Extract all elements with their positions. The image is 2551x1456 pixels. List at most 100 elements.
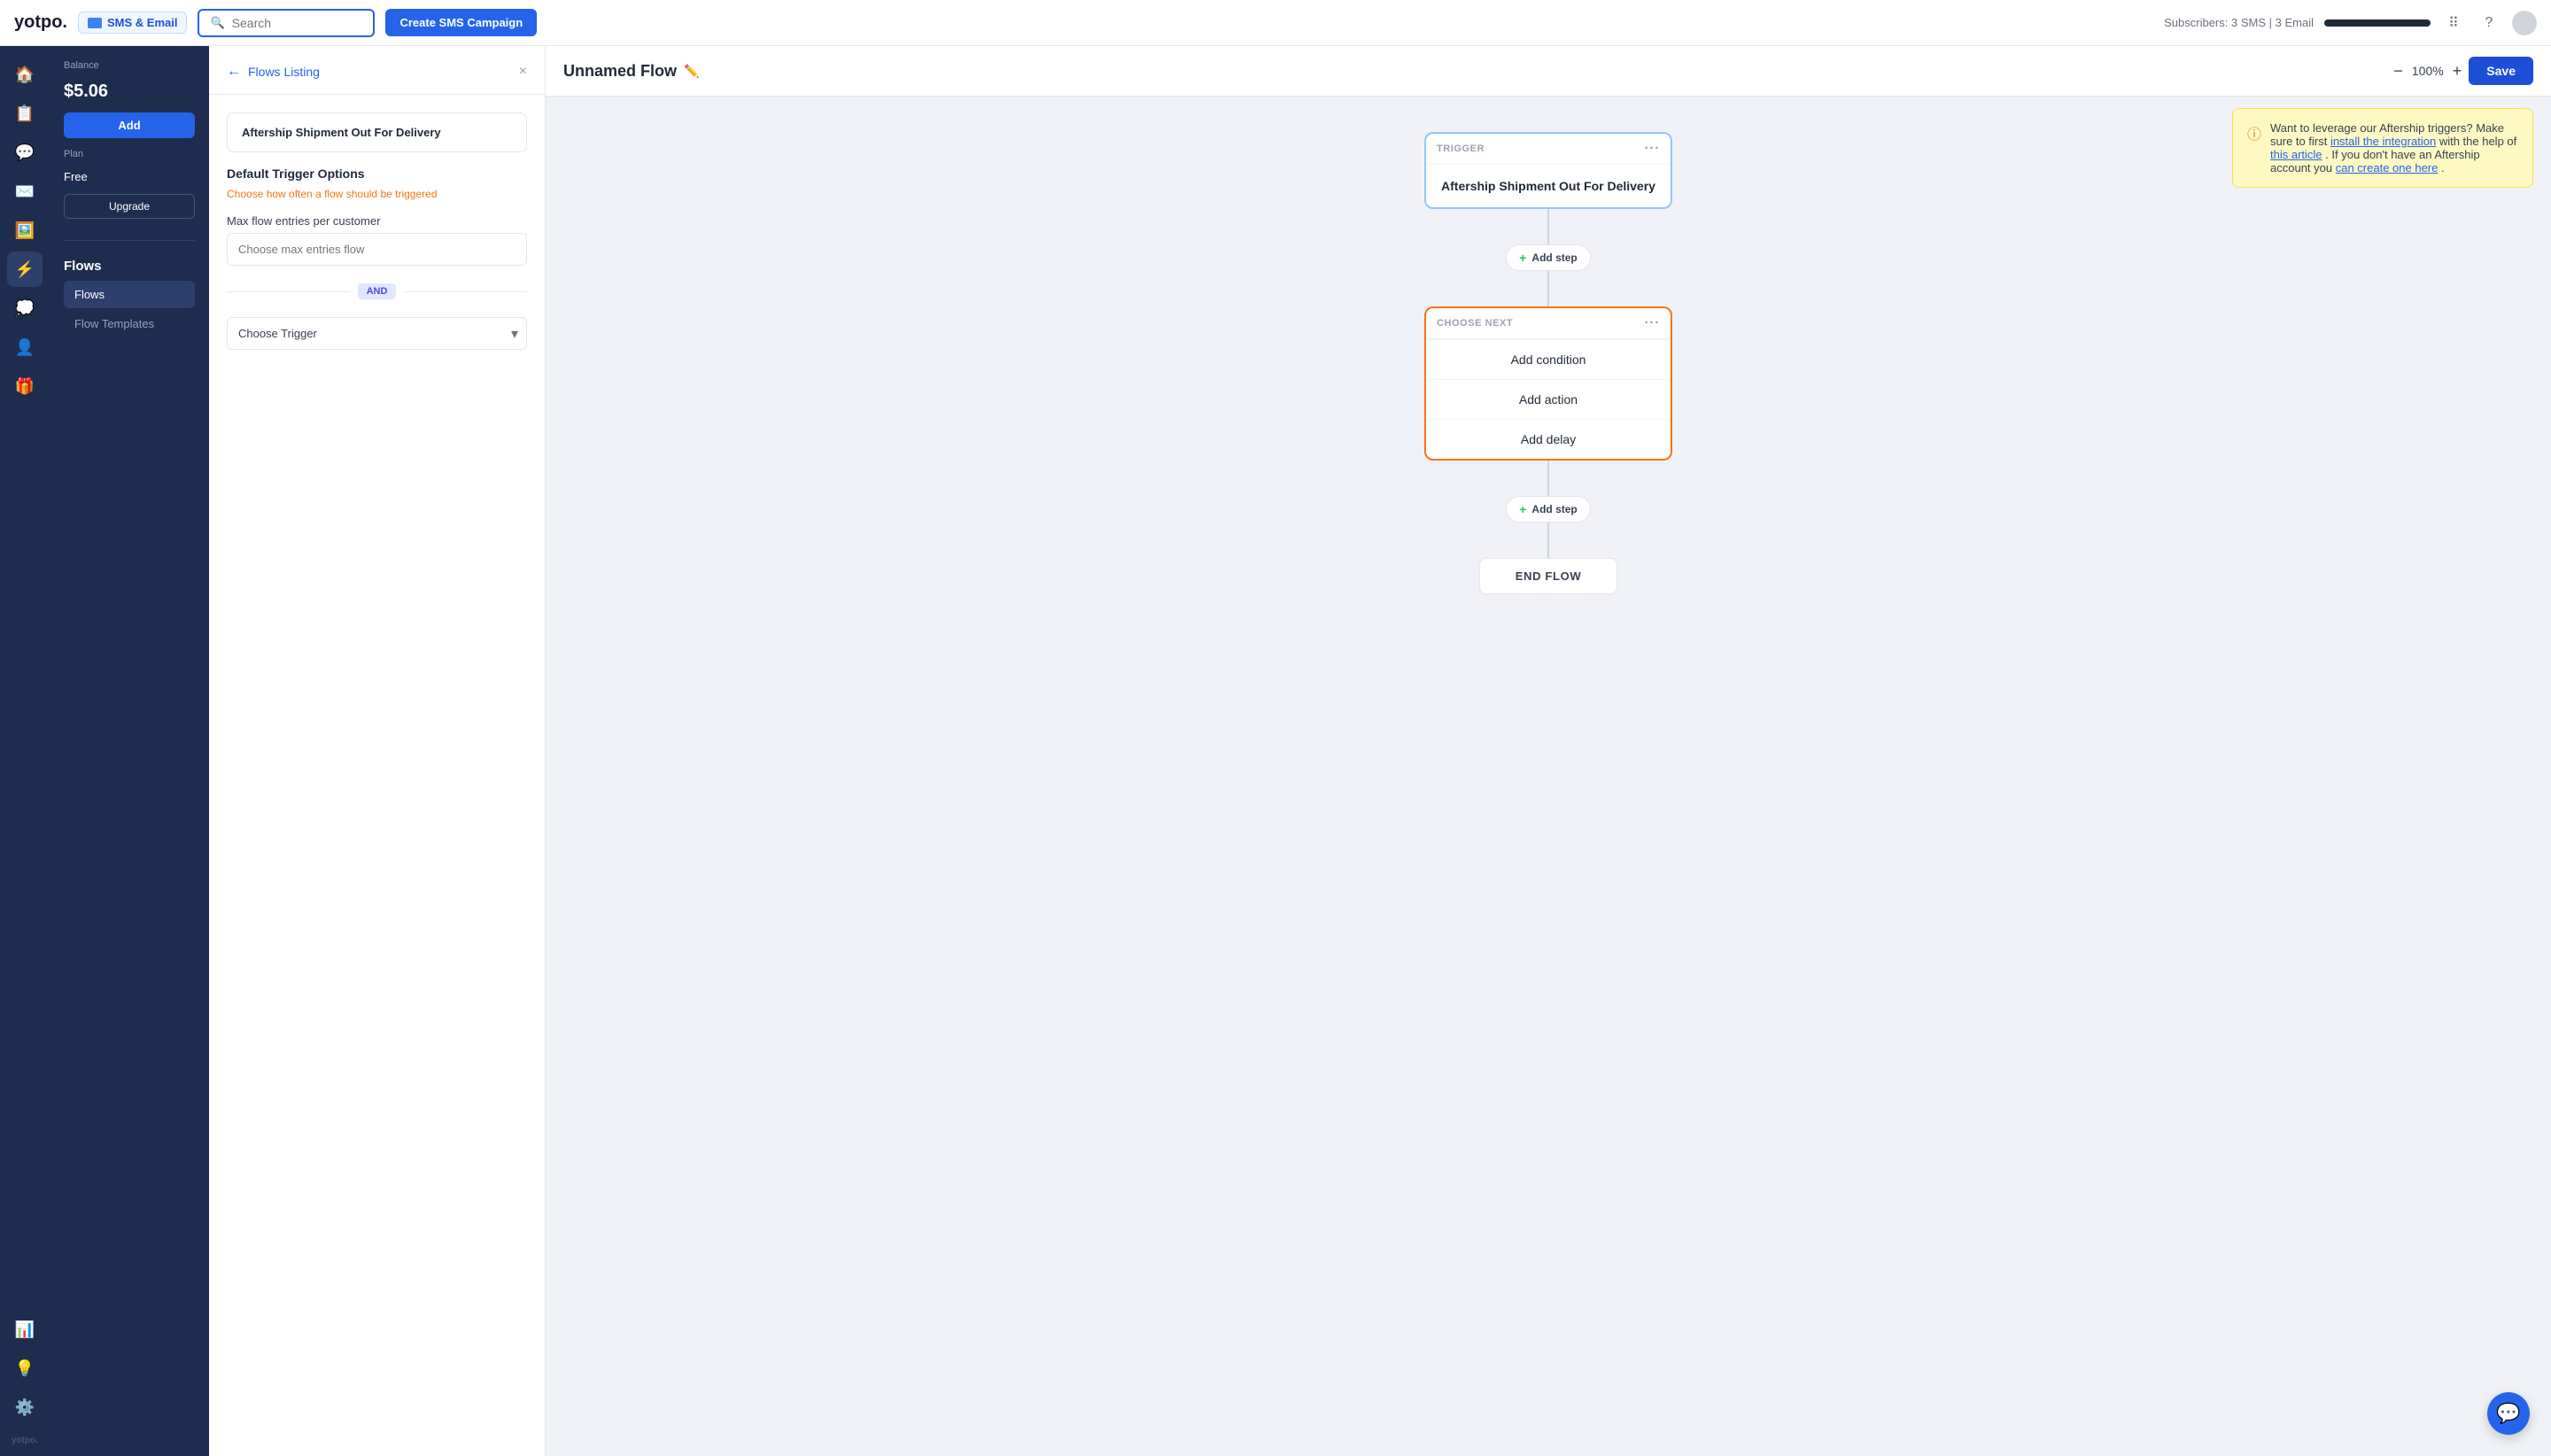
zoom-in-button[interactable]: + — [2453, 62, 2462, 81]
install-integration-link[interactable]: install the integration — [2330, 135, 2436, 148]
sidebar-media-icon[interactable]: 🖼️ — [7, 213, 43, 248]
flow-title: Unnamed Flow — [563, 62, 677, 81]
and-badge: AND — [358, 283, 397, 299]
edit-title-icon[interactable]: ✏️ — [684, 64, 699, 79]
add-button[interactable]: Add — [64, 112, 195, 138]
choose-next-node: CHOOSE NEXT ··· Add condition Add action… — [1424, 306, 1672, 461]
add-action-item[interactable]: Add action — [1426, 379, 1671, 419]
nav-menu-list: Flows Flow Templates — [64, 281, 195, 337]
connector-4 — [1547, 523, 1549, 558]
add-step-button-2[interactable]: + Add step — [1506, 496, 1591, 523]
choose-trigger-wrapper: Choose Trigger ▾ — [227, 317, 527, 350]
trigger-card: Aftership Shipment Out For Delivery — [227, 112, 527, 152]
progress-bar — [2324, 19, 2431, 27]
back-arrow-icon[interactable]: ← — [227, 64, 241, 80]
canvas-title: Unnamed Flow ✏️ — [563, 62, 699, 81]
and-line-right — [403, 291, 527, 292]
middle-panel: ← Flows Listing × Aftership Shipment Out… — [209, 46, 546, 1456]
grid-icon[interactable]: ⠿ — [2441, 11, 2466, 35]
canvas-header: Unnamed Flow ✏️ − 100% + Save — [546, 46, 2551, 97]
sidebar-chat-icon[interactable]: 💭 — [7, 290, 43, 326]
balance-panel: Balance $5.06 Add Plan Free Upgrade Flow… — [50, 46, 209, 1456]
sidebar-campaigns-icon[interactable]: 📋 — [7, 96, 43, 131]
balance-label: Balance — [64, 60, 195, 71]
plan-name: Free — [64, 170, 195, 183]
sidebar-feedback-icon[interactable]: 💡 — [7, 1351, 43, 1386]
end-flow-node: END FLOW — [1479, 558, 1618, 594]
trigger-more-icon[interactable]: ··· — [1644, 141, 1660, 157]
info-text: Want to leverage our Aftership triggers?… — [2270, 121, 2518, 174]
sidebar-flows-icon[interactable]: ⚡ — [7, 252, 43, 287]
choose-trigger-select[interactable]: Choose Trigger — [227, 317, 527, 350]
sidebar-item-flows[interactable]: Flows — [64, 281, 195, 308]
balance-amount: $5.06 — [64, 81, 195, 102]
trigger-node-body: Aftership Shipment Out For Delivery — [1426, 165, 1671, 207]
add-step-plus-icon: + — [1519, 251, 1526, 265]
zoom-out-button[interactable]: − — [2393, 62, 2403, 81]
sidebar-rewards-icon[interactable]: 🎁 — [7, 368, 43, 404]
zoom-level: 100% — [2410, 64, 2446, 78]
panel-content: Aftership Shipment Out For Delivery Defa… — [209, 95, 545, 368]
add-delay-item[interactable]: Add delay — [1426, 419, 1671, 459]
add-step-label-2: Add step — [1531, 503, 1577, 515]
add-step-button-1[interactable]: + Add step — [1506, 244, 1591, 271]
trigger-options-section: Default Trigger Options Choose how often… — [227, 167, 527, 200]
info-banner: ⓘ Want to leverage our Aftership trigger… — [2232, 108, 2533, 188]
left-sidebar: 🏠 📋 💬 ✉️ 🖼️ ⚡ 💭 👤 🎁 📊 💡 ⚙️ yotpo. — [0, 46, 50, 1456]
search-input[interactable] — [232, 16, 363, 30]
create-sms-campaign-button[interactable]: Create SMS Campaign — [385, 9, 537, 36]
add-condition-item[interactable]: Add condition — [1426, 339, 1671, 379]
section-subtitle: Choose how often a flow should be trigge… — [227, 188, 527, 200]
channel-badge[interactable]: SMS & Email — [78, 12, 187, 34]
main-layout: 🏠 📋 💬 ✉️ 🖼️ ⚡ 💭 👤 🎁 📊 💡 ⚙️ yotpo. Balanc… — [0, 46, 2551, 1456]
sidebar-analytics-icon[interactable]: 📊 — [7, 1312, 43, 1347]
subscribers-info: Subscribers: 3 SMS | 3 Email — [2164, 16, 2314, 29]
search-bar[interactable]: 🔍 — [198, 9, 375, 37]
help-icon[interactable]: ? — [2477, 11, 2501, 35]
max-entries-label: Max flow entries per customer — [227, 214, 527, 228]
sidebar-email-icon[interactable]: ✉️ — [7, 174, 43, 209]
choose-next-more-icon[interactable]: ··· — [1644, 315, 1660, 331]
nav-menu: Flows Flows Flow Templates — [64, 240, 195, 337]
top-nav: yotpo. SMS & Email 🔍 Create SMS Campaign… — [0, 0, 2551, 46]
logo: yotpo. — [14, 12, 67, 33]
chat-bubble[interactable]: 💬 — [2487, 1392, 2530, 1435]
channel-label: SMS & Email — [107, 16, 177, 29]
sidebar-item-flow-templates[interactable]: Flow Templates — [64, 310, 195, 337]
max-entries-group: Max flow entries per customer — [227, 214, 527, 266]
channel-icon — [88, 18, 102, 28]
trigger-node-header: TRIGGER ··· — [1426, 134, 1671, 165]
canvas-area: Unnamed Flow ✏️ − 100% + Save ⓘ Want to … — [546, 46, 2551, 1456]
close-icon[interactable]: × — [519, 64, 527, 80]
connector-3 — [1547, 461, 1549, 496]
info-icon: ⓘ — [2247, 122, 2261, 174]
logo-text: yotpo. — [14, 12, 67, 33]
connector-2 — [1547, 271, 1549, 306]
sidebar-messages-icon[interactable]: 💬 — [7, 135, 43, 170]
upgrade-button[interactable]: Upgrade — [64, 194, 195, 219]
avatar[interactable] — [2512, 11, 2537, 35]
search-icon: 🔍 — [210, 16, 224, 30]
sidebar-bottom: 📊 💡 ⚙️ yotpo. — [7, 1312, 43, 1445]
canvas-controls: − 100% + Save — [2393, 57, 2533, 85]
max-entries-input[interactable] — [227, 233, 527, 266]
breadcrumb-area: ← Flows Listing — [227, 64, 320, 80]
canvas-body: TRIGGER ··· Aftership Shipment Out For D… — [546, 97, 2551, 1456]
sidebar-home-icon[interactable]: 🏠 — [7, 57, 43, 92]
middle-header: ← Flows Listing × — [209, 46, 545, 95]
save-button[interactable]: Save — [2469, 57, 2533, 85]
nav-icons: ⠿ ? — [2441, 11, 2537, 35]
panel-sidebar-title: Flows — [64, 252, 195, 281]
create-account-link[interactable]: can create one here — [2336, 161, 2439, 174]
this-article-link[interactable]: this article — [2270, 148, 2322, 161]
choose-next-header: CHOOSE NEXT ··· — [1426, 308, 1671, 339]
plan-label: Plan — [64, 149, 195, 159]
connector-1 — [1547, 209, 1549, 244]
sidebar-user-icon[interactable]: 👤 — [7, 329, 43, 365]
add-step-label-1: Add step — [1531, 252, 1577, 264]
and-divider: AND — [227, 283, 527, 299]
sidebar-settings-icon[interactable]: ⚙️ — [7, 1390, 43, 1425]
breadcrumb[interactable]: Flows Listing — [248, 65, 320, 79]
and-line-left — [227, 291, 351, 292]
section-title: Default Trigger Options — [227, 167, 527, 181]
